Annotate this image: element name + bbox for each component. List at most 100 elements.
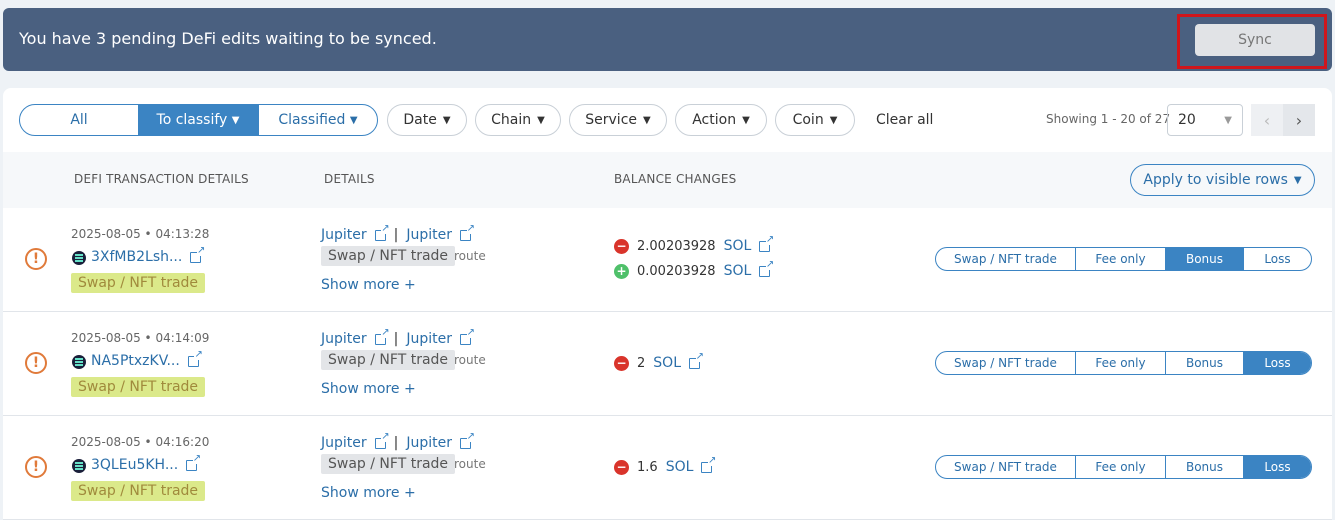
coin-symbol-link[interactable]: SOL [724, 263, 752, 279]
apply-to-visible-rows-button[interactable]: Apply to visible rows ▼ [1130, 164, 1315, 196]
show-more-label: Show more [321, 381, 400, 397]
separator: | [393, 435, 399, 451]
classification-control: Swap / NFT trade Fee only Bonus Loss [935, 247, 1312, 271]
type-tag: Swap / NFT trade [321, 350, 456, 370]
category-tag: Swap / NFT trade [71, 273, 206, 293]
segment-classified[interactable]: Classified ▼ [258, 105, 377, 135]
external-link-icon[interactable] [701, 455, 717, 473]
show-more-button[interactable]: Show more + [321, 485, 416, 501]
chevron-down-icon: ▼ [829, 114, 838, 126]
filter-date[interactable]: Date ▼ [387, 104, 467, 136]
clear-all-button[interactable]: Clear all [876, 112, 933, 128]
classify-loss[interactable]: Loss [1243, 456, 1311, 478]
external-link-icon[interactable] [460, 431, 475, 449]
classify-loss[interactable]: Loss [1243, 248, 1311, 270]
show-more-button[interactable]: Show more + [321, 381, 416, 397]
segment-to-classify[interactable]: To classify ▼ [138, 105, 258, 135]
sync-banner: You have 3 pending DeFi edits waiting to… [3, 8, 1332, 71]
coin-symbol-link[interactable]: SOL [666, 459, 694, 475]
show-more-button[interactable]: Show more + [321, 277, 416, 293]
chevron-left-icon: ‹ [1263, 110, 1271, 130]
chevron-down-icon: ▼ [742, 114, 750, 126]
filter-action[interactable]: Action ▼ [675, 104, 767, 136]
tx-hash-link[interactable]: NA5PtxzKV... [91, 349, 203, 369]
balance-amount: 2 [637, 355, 646, 371]
classify-swap[interactable]: Swap / NFT trade [936, 352, 1075, 374]
warning-icon: ! [25, 248, 47, 270]
header-details: DETAILS [324, 172, 375, 186]
classify-swap[interactable]: Swap / NFT trade [936, 248, 1075, 270]
sync-button[interactable]: Sync [1195, 24, 1315, 56]
classify-bonus[interactable]: Bonus [1165, 352, 1243, 374]
service-link[interactable]: Jupiter [321, 435, 367, 451]
chevron-down-icon: ▼ [643, 114, 651, 126]
tx-date: 2025-08-05 • 04:13:28 [71, 227, 210, 241]
chevron-down-icon: ▼ [1293, 174, 1302, 186]
classify-bonus[interactable]: Bonus [1165, 456, 1243, 478]
warning-icon: ! [25, 456, 47, 478]
external-link-icon[interactable] [759, 259, 775, 277]
filter-coin[interactable]: Coin ▼ [775, 104, 855, 136]
external-link-icon[interactable] [460, 223, 475, 241]
classify-fee-only[interactable]: Fee only [1075, 456, 1165, 478]
external-link-icon[interactable] [374, 431, 390, 449]
pagination-summary: Showing 1 - 20 of 27 [1046, 112, 1171, 126]
external-link-icon[interactable] [759, 234, 775, 252]
segment-all[interactable]: All [20, 105, 138, 135]
classify-bonus[interactable]: Bonus [1165, 248, 1243, 270]
segment-to-classify-label: To classify [156, 112, 228, 128]
route-label: route [454, 457, 486, 471]
category-tag: Swap / NFT trade [71, 481, 206, 501]
minus-icon: − [614, 355, 629, 371]
type-tag: Swap / NFT trade [321, 246, 456, 266]
external-link-icon[interactable] [187, 349, 203, 367]
service-link[interactable]: Jupiter [321, 331, 367, 347]
coin-symbol-link[interactable]: SOL [653, 355, 681, 371]
classify-fee-only[interactable]: Fee only [1075, 248, 1165, 270]
chevron-down-icon: ▼ [537, 114, 545, 126]
classify-fee-only[interactable]: Fee only [1075, 352, 1165, 374]
separator: | [393, 227, 399, 243]
chevron-down-icon: ▼ [1224, 114, 1232, 126]
show-more-label: Show more [321, 277, 400, 293]
minus-icon: − [614, 238, 629, 254]
balance-change: −2.00203928 SOL [614, 234, 775, 254]
status-segmented-control: All To classify ▼ Classified ▼ [19, 104, 378, 136]
header-balance-changes: BALANCE CHANGES [614, 172, 737, 186]
tx-hash: NA5PtxzKV... [91, 353, 180, 369]
filter-service[interactable]: Service ▼ [569, 104, 667, 136]
external-link-icon[interactable] [374, 223, 390, 241]
tx-hash: 3QLEu5KH... [91, 457, 179, 473]
external-link-icon[interactable] [374, 327, 390, 345]
warning-icon: ! [25, 352, 47, 374]
filter-chain[interactable]: Chain ▼ [475, 104, 561, 136]
service-link[interactable]: Jupiter [406, 435, 452, 451]
per-page-select[interactable]: 20 ▼ [1167, 104, 1243, 136]
next-page-button[interactable]: › [1283, 104, 1315, 136]
tx-date: 2025-08-05 • 04:16:20 [71, 435, 210, 449]
classify-loss[interactable]: Loss [1243, 352, 1311, 374]
external-link-icon[interactable] [689, 351, 704, 369]
tx-hash-link[interactable]: 3QLEu5KH... [91, 453, 202, 473]
service-link[interactable]: Jupiter [406, 331, 452, 347]
route-label: route [454, 353, 486, 367]
tx-hash-link[interactable]: 3XfMB2Lsh... [91, 245, 206, 265]
tx-hash: 3XfMB2Lsh... [91, 249, 183, 265]
external-link-icon[interactable] [186, 453, 202, 471]
prev-page-button[interactable]: ‹ [1251, 104, 1283, 136]
service-link[interactable]: Jupiter [321, 227, 367, 243]
filter-coin-label: Coin [792, 112, 824, 128]
filter-chain-label: Chain [491, 112, 532, 128]
plus-icon: + [614, 263, 629, 279]
coin-symbol-link[interactable]: SOL [724, 238, 752, 254]
chevron-down-icon: ▼ [442, 114, 451, 126]
segment-classified-label: Classified [278, 112, 346, 128]
classify-swap[interactable]: Swap / NFT trade [936, 456, 1075, 478]
external-link-icon[interactable] [460, 327, 475, 345]
balance-change: +0.00203928 SOL [614, 259, 775, 279]
service-links: Jupiter | Jupiter [321, 431, 475, 451]
balance-amount: 2.00203928 [637, 238, 716, 254]
chevron-right-icon: › [1295, 110, 1303, 130]
external-link-icon[interactable] [190, 245, 206, 263]
service-link[interactable]: Jupiter [406, 227, 452, 243]
